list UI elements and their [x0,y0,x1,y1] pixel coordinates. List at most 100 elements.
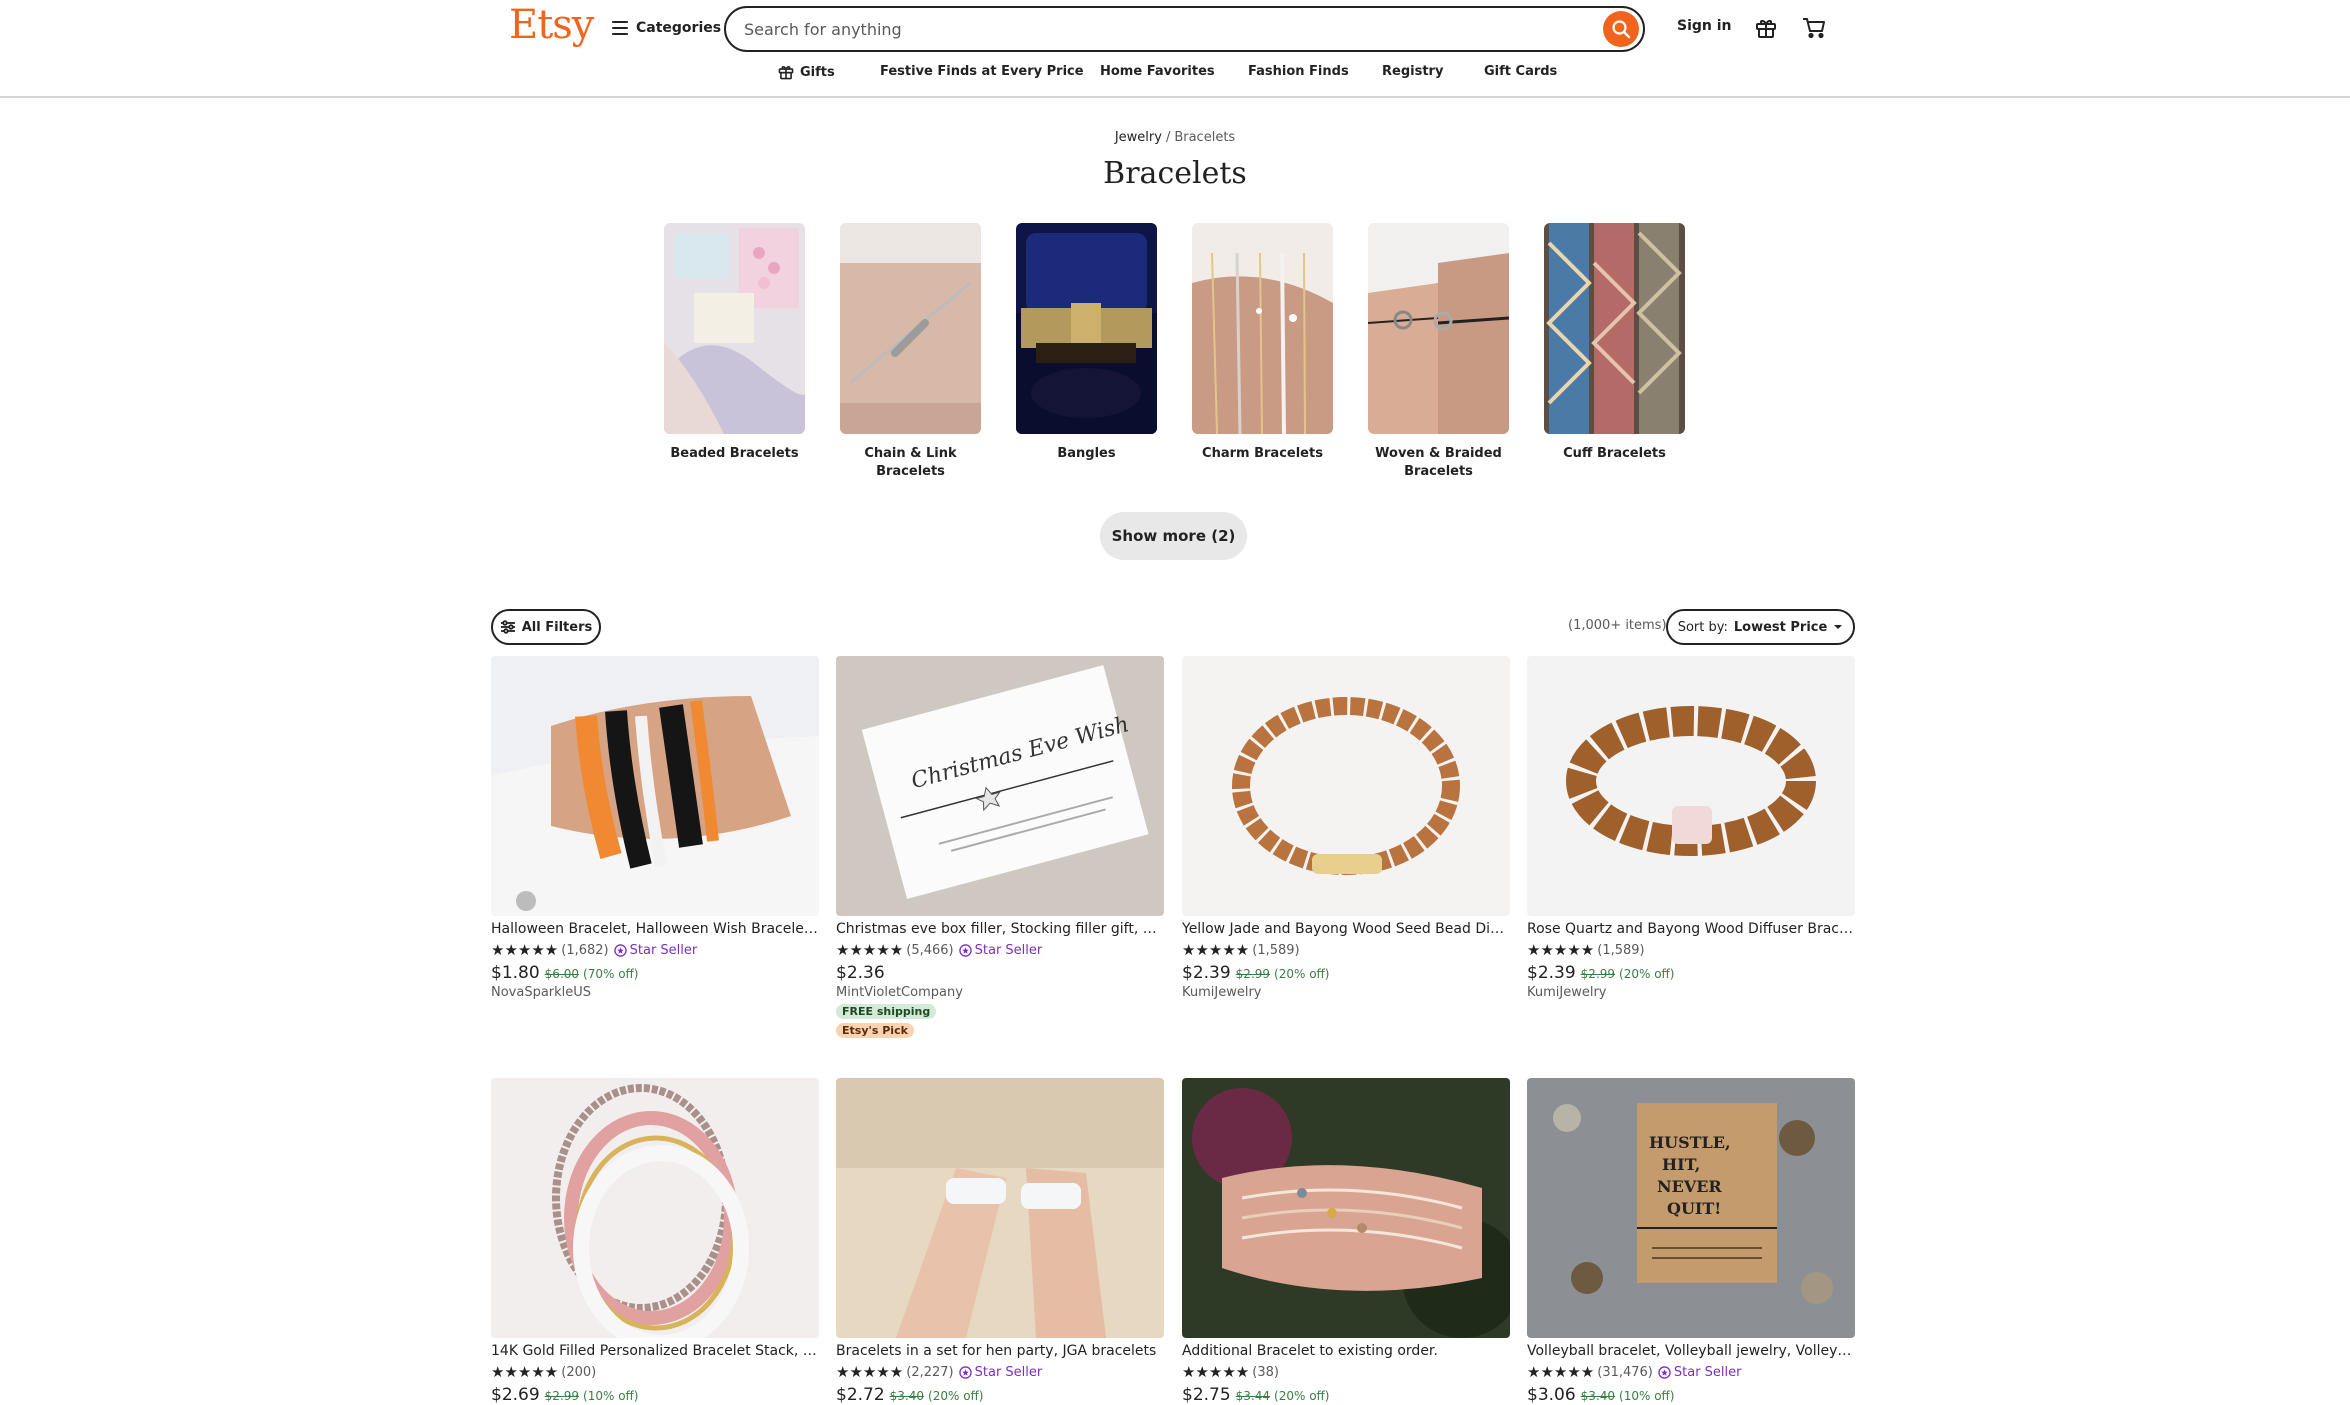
star-seller-label: Star Seller [629,942,698,958]
shop-name[interactable]: KumiJewelry [1182,985,1510,1000]
search-icon [1612,20,1631,39]
breadcrumb-jewelry[interactable]: Jewelry [1115,130,1162,145]
star-seller-badge: Star Seller [1658,1365,1742,1380]
listing-card[interactable]: Yellow Jade and Bayong Wood Seed Bead Di… [1182,656,1510,1000]
listing-title: Halloween Bracelet, Halloween Wish Brace… [491,921,819,937]
listing-title: Christmas eve box filler, Stocking fille… [836,921,1164,937]
nav-gifts[interactable]: Gifts [778,64,835,80]
star-seller-label: Star Seller [974,1364,1043,1380]
listing-rating: ★★★★★ (2,227) Star Seller [836,1363,1164,1381]
subcategory-image [1368,223,1509,434]
breadcrumb-current: Bracelets [1174,130,1236,145]
site-header: Etsy Categories Sign in [0,0,2350,98]
sale-price: $3.06 [1527,1385,1576,1405]
listing-card[interactable]: Additional Bracelet to existing order. ★… [1182,1078,1510,1405]
listing-price: $2.75 $3.44 (20% off) [1182,1385,1510,1405]
listing-title: Volleyball bracelet, Volleyball jewelry,… [1527,1343,1855,1359]
listing-image [1182,656,1510,916]
listing-rating: ★★★★★ (1,589) [1182,941,1510,959]
listing-price: $2.39 $2.99 (20% off) [1527,963,1855,983]
listing-card[interactable]: Christmas Eve Wish Christmas eve box fil… [836,656,1164,1038]
shop-name[interactable]: MintVioletCompany [836,985,1164,1000]
listing-image [1182,1078,1510,1338]
shop-name[interactable]: NovaSparkleUS [491,985,819,1000]
nav-gift-cards[interactable]: Gift Cards [1484,64,1557,79]
listing-rating: ★★★★★ (1,682) Star Seller [491,941,819,959]
etsys-pick-badge: Etsy's Pick [836,1023,914,1038]
original-price: $3.44 [1235,1389,1271,1403]
gift-icon [1756,20,1776,38]
discount: (20% off) [1274,967,1330,981]
listing-card[interactable]: Bracelets in a set for hen party, JGA br… [836,1078,1164,1405]
sort-prefix: Sort by: [1677,619,1728,635]
nav-fashion-finds[interactable]: Fashion Finds [1248,64,1349,79]
show-more-button[interactable]: Show more (2) [1100,512,1247,560]
subcategory-image [1544,223,1685,434]
all-filters-button[interactable]: All Filters [491,609,601,645]
subcategory-label: Chain & Link Bracelets [864,446,957,479]
sort-value: Lowest Price [1733,619,1828,635]
listing-price: $2.72 $3.40 (20% off) [836,1385,1164,1405]
listing-card[interactable]: Halloween Bracelet, Halloween Wish Brace… [491,656,819,1000]
svg-text:HIT,: HIT, [1662,1155,1700,1174]
subcategory-image [1192,223,1333,434]
subcategory-label: Cuff Bracelets [1563,446,1666,461]
breadcrumb-separator: / [1165,130,1171,145]
subcategory-woven-braided-bracelets[interactable]: Woven & Braided Bracelets [1368,223,1509,481]
listing-title: Rose Quartz and Bayong Wood Diffuser Bra… [1527,921,1855,937]
svg-text:QUIT!: QUIT! [1667,1199,1721,1218]
listing-rating: ★★★★★ (5,466) Star Seller [836,941,1164,959]
search-button[interactable] [1603,11,1639,47]
original-price: $2.99 [1235,967,1271,981]
listing-price: $2.36 [836,963,1164,983]
star-seller-badge: Star Seller [958,1364,1043,1380]
sale-price: $2.36 [836,963,885,983]
subcategory-bangles[interactable]: Bangles [1016,223,1157,463]
listing-rating: ★★★★★ (200) [491,1363,819,1381]
breadcrumb: Jewelry / Bracelets [0,130,2350,145]
star-seller-icon [613,943,627,957]
star-rating-icon: ★★★★★ [1527,941,1595,959]
discount: (20% off) [928,1389,984,1403]
sale-price: $2.39 [1527,963,1576,983]
review-count: (5,466) [906,942,954,958]
gift-icon [778,66,794,80]
cart-icon [1803,18,1825,39]
subcategory-label: Woven & Braided Bracelets [1375,446,1502,479]
svg-text:HUSTLE,: HUSTLE, [1649,1133,1731,1152]
listing-image [836,1078,1164,1338]
subcategory-label: Bangles [1057,446,1116,461]
listing-rating: ★★★★★ (31,476) Star Seller [1527,1363,1855,1381]
listing-card[interactable]: Rose Quartz and Bayong Wood Diffuser Bra… [1527,656,1855,1000]
subcategory-cuff-bracelets[interactable]: Cuff Bracelets [1544,223,1685,463]
review-count: (2,227) [906,1364,954,1380]
original-price: $2.99 [544,1389,580,1403]
page-title: Bracelets [1103,156,1247,191]
items-count: (1,000+ items) [1568,618,1667,633]
subcategory-beaded-bracelets[interactable]: Beaded Bracelets [664,223,805,463]
gift-mode-button[interactable] [1752,14,1780,42]
star-seller-label: Star Seller [1673,1364,1742,1380]
shop-name[interactable]: KumiJewelry [1527,985,1855,1000]
nav-home-favorites[interactable]: Home Favorites [1100,64,1215,79]
nav-registry[interactable]: Registry [1382,64,1443,79]
categories-button[interactable]: Categories [612,16,721,40]
cart-button[interactable] [1800,14,1828,42]
subcategory-label: Beaded Bracelets [670,446,799,461]
sale-price: $2.39 [1182,963,1231,983]
search-input[interactable] [744,8,1564,50]
review-count: (1,682) [561,942,609,958]
sale-price: $2.75 [1182,1385,1231,1405]
sign-in-link[interactable]: Sign in [1677,18,1732,34]
all-filters-label: All Filters [521,619,593,635]
nav-festive-finds[interactable]: Festive Finds at Every Price [880,64,1084,79]
subcategory-chain-link-bracelets[interactable]: Chain & Link Bracelets [840,223,981,481]
sort-dropdown[interactable]: Sort by: Lowest Price [1666,609,1855,645]
listing-card[interactable]: 14K Gold Filled Personalized Bracelet St… [491,1078,819,1405]
subcategory-charm-bracelets[interactable]: Charm Bracelets [1192,223,1333,463]
filter-icon [500,620,515,634]
listing-image [491,1078,819,1338]
etsy-logo[interactable]: Etsy [509,2,594,48]
star-seller-icon [958,943,972,957]
listing-card[interactable]: HUSTLE, HIT, NEVER QUIT! Volleyball brac… [1527,1078,1855,1405]
